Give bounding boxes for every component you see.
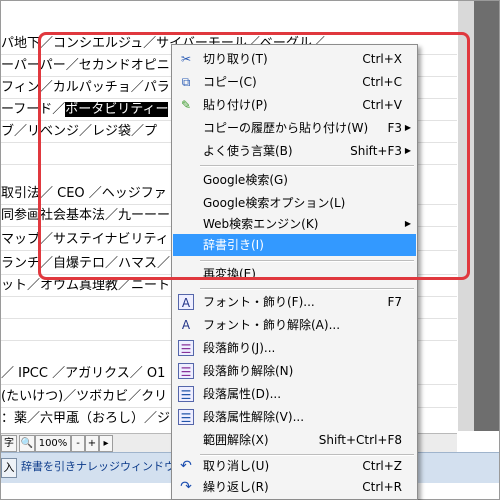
menu-item-label: 段落属性解除(V)... xyxy=(203,410,305,424)
menu-item-shortcut: Shift+F3 xyxy=(350,144,402,158)
undo-icon: ↶ xyxy=(180,458,192,474)
menu-item-shortcut: Ctrl+R xyxy=(362,480,402,494)
menu-item-paragraph-attr-clear[interactable]: ☰ 段落属性解除(V)... xyxy=(173,406,416,428)
doc-line: ：薬／六甲颪（おろし）／ジ xyxy=(1,411,171,426)
menu-item-label: 切り取り(T) xyxy=(203,52,268,66)
font-style-icon: A xyxy=(178,294,194,310)
next-page-button[interactable]: ▸ xyxy=(99,435,113,452)
paragraph-style-icon: ☰ xyxy=(178,340,194,356)
menu-separator xyxy=(200,165,414,167)
doc-line: 取引法／ CEO ／ヘッジファ xyxy=(1,186,167,201)
copy-icon: ⧉ xyxy=(181,75,191,89)
menu-item-label: Google検索(G) xyxy=(203,173,288,187)
menu-item-frequent-words[interactable]: よく使う言葉(B) Shift+F3 ▶ xyxy=(173,140,416,162)
doc-line: ーパーパー／セカンドオピニオ xyxy=(1,58,183,73)
menu-item-label: 繰り返し(R) xyxy=(203,480,269,494)
menu-item-google-search-options[interactable]: Google検索オプション(L) xyxy=(173,192,416,214)
paste-icon: ✎ xyxy=(180,98,192,112)
menu-item-google-search[interactable]: Google検索(G) xyxy=(173,169,416,191)
menu-item-reconvert[interactable]: 再変換(E) xyxy=(173,263,416,285)
doc-line: マップ／サステイナビリティ xyxy=(1,232,169,247)
menu-item-clear-range[interactable]: 範囲解除(X) Shift+Ctrl+F8 xyxy=(173,429,416,451)
menu-item-label: 取り消し(U) xyxy=(203,459,270,473)
zoom-in-button[interactable]: + xyxy=(85,435,99,452)
doc-line: ブ／リベンジ／レジ袋／プ xyxy=(1,124,158,139)
paragraph-style-clear-icon: ☰ xyxy=(178,363,194,379)
menu-item-label: 範囲解除(X) xyxy=(203,433,269,447)
doc-line: ランチ／自爆テロ／ハマス／ xyxy=(1,256,171,271)
context-menu: ✂ 切り取り(T) Ctrl+X ⧉ コピー(C) Ctrl+C ✎ 貼り付け(… xyxy=(171,44,418,500)
menu-item-shortcut: Ctrl+V xyxy=(362,98,402,112)
doc-line: ット／オウム真理教／ニート xyxy=(1,278,171,293)
menu-item-copy[interactable]: ⧉ コピー(C) Ctrl+C xyxy=(173,71,416,93)
menu-item-label: 辞書引き(I) xyxy=(203,238,264,252)
doc-line-text: ーフード／ xyxy=(1,102,66,117)
menu-item-paste[interactable]: ✎ 貼り付け(P) Ctrl+V xyxy=(173,94,416,116)
menu-item-label: Web検索エンジン(K) xyxy=(203,217,319,231)
menu-item-label: 段落飾り解除(N) xyxy=(203,364,294,378)
zoom-icon[interactable]: 🔍 xyxy=(19,435,35,452)
selected-text[interactable]: ポータビリティー xyxy=(65,102,169,117)
doc-line: ーフード／ポータビリティー xyxy=(1,101,169,119)
submenu-arrow-icon: ▶ xyxy=(404,123,411,132)
menu-item-label: 段落属性(D)... xyxy=(203,387,282,401)
menu-item-cut[interactable]: ✂ 切り取り(T) Ctrl+X xyxy=(173,48,416,70)
menu-separator xyxy=(200,260,414,262)
menu-item-paragraph-style[interactable]: ☰ 段落飾り(J)... xyxy=(173,337,416,359)
doc-line: フィン／カルパッチョ／パラ xyxy=(1,80,170,95)
menu-item-shortcut: Ctrl+Z xyxy=(362,459,402,473)
paragraph-attr-icon: ☰ xyxy=(178,386,194,402)
zoom-level[interactable]: 100% xyxy=(35,435,71,452)
menu-item-label: 段落飾り(J)... xyxy=(203,341,276,355)
menu-item-label: コピーの履歴から貼り付け(W) xyxy=(203,121,369,135)
submenu-arrow-icon: ▶ xyxy=(404,146,411,155)
menu-separator xyxy=(200,288,414,290)
menu-item-label: 再変換(E) xyxy=(203,267,256,281)
redo-icon: ↷ xyxy=(180,479,192,495)
doc-line: 同参画社会基本法／九ーーー xyxy=(1,208,171,223)
menu-item-label: フォント・飾り(F)... xyxy=(203,295,315,309)
side-panel xyxy=(458,1,499,431)
menu-item-font-style-clear[interactable]: A フォント・飾り解除(A)... xyxy=(173,314,416,336)
scissors-icon: ✂ xyxy=(180,52,192,66)
menu-item-label: よく使う言葉(B) xyxy=(203,144,293,158)
menu-item-redo[interactable]: ↷ 繰り返し(R) Ctrl+R xyxy=(173,476,416,498)
menu-item-paste-history[interactable]: コピーの履歴から貼り付け(W) F3 ▶ xyxy=(173,117,416,139)
menu-item-shortcut: F3 xyxy=(387,121,402,135)
vertical-scrollbar[interactable] xyxy=(458,1,474,431)
zoom-out-button[interactable]: - xyxy=(71,435,85,452)
char-mode-indicator: 字 xyxy=(1,435,17,452)
menu-item-shortcut: F7 xyxy=(387,295,402,309)
menu-item-dictionary-lookup[interactable]: 辞書引き(I) xyxy=(173,234,416,256)
doc-line: (たいけつ)／ツボカビ／クリ xyxy=(1,389,168,404)
paragraph-attr-clear-icon: ☰ xyxy=(178,409,194,425)
menu-item-label: 貼り付け(P) xyxy=(203,98,268,112)
menu-item-shortcut: Ctrl+X xyxy=(362,52,402,66)
menu-item-label: フォント・飾り解除(A)... xyxy=(203,318,341,332)
menu-item-paragraph-attr[interactable]: ☰ 段落属性(D)... xyxy=(173,383,416,405)
font-style-clear-icon: A xyxy=(181,318,191,332)
menu-item-undo[interactable]: ↶ 取り消し(U) Ctrl+Z xyxy=(173,455,416,477)
menu-item-label: Google検索オプション(L) xyxy=(203,196,346,210)
menu-item-shortcut: Shift+Ctrl+F8 xyxy=(318,433,402,447)
input-mode-indicator: 入 xyxy=(1,458,17,478)
doc-line: ／ IPCC ／アガリクス／ O1 xyxy=(1,366,166,381)
menu-item-label: コピー(C) xyxy=(203,75,257,89)
menu-item-web-search-engine[interactable]: Web検索エンジン(K) ▶ xyxy=(173,213,416,235)
menu-item-paragraph-style-clear[interactable]: ☰ 段落飾り解除(N) xyxy=(173,360,416,382)
menu-item-font-style[interactable]: A フォント・飾り(F)... F7 xyxy=(173,291,416,313)
menu-item-shortcut: Ctrl+C xyxy=(362,75,402,89)
submenu-arrow-icon: ▶ xyxy=(404,219,411,228)
